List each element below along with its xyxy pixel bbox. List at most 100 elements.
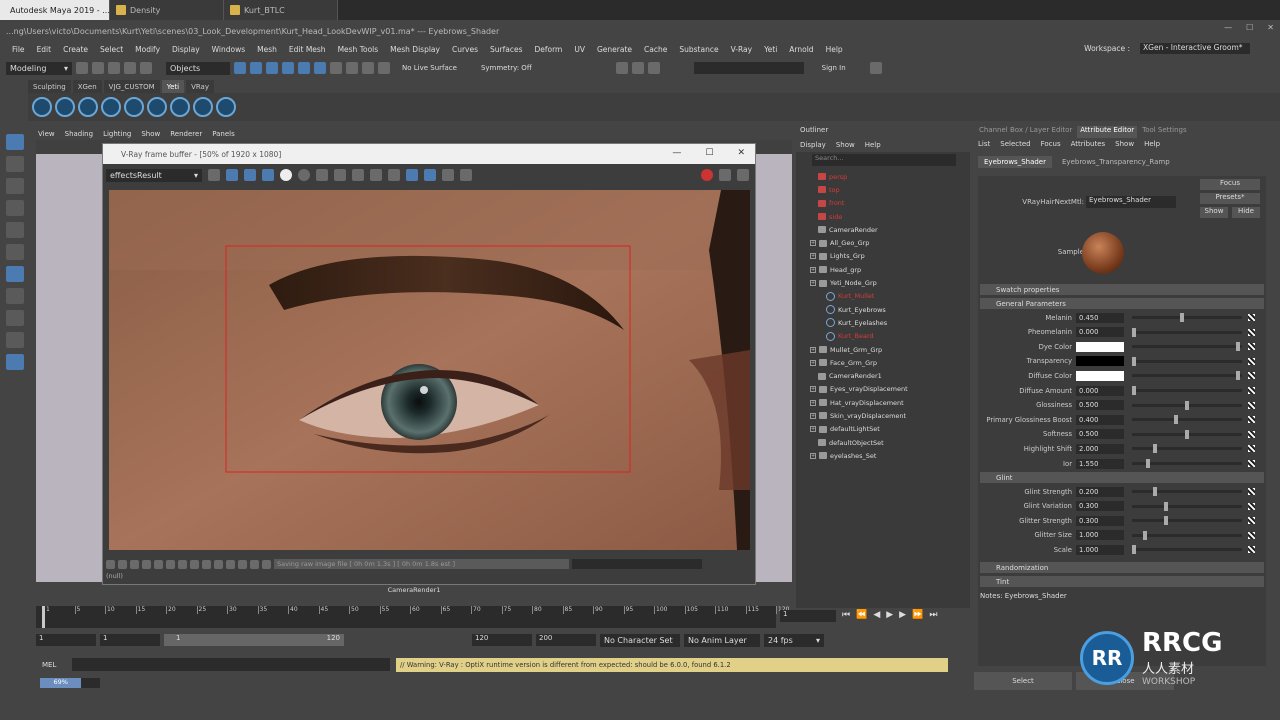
- map-button-icon[interactable]: [1248, 372, 1255, 380]
- menu-cache[interactable]: Cache: [638, 45, 673, 54]
- outliner-item[interactable]: + eyelashes_Set: [796, 449, 970, 462]
- outliner-item[interactable]: Kurt_Eyelashes: [796, 316, 970, 329]
- outliner-item[interactable]: Kurt_Mullet: [796, 290, 970, 303]
- vfb-history-icon[interactable]: [106, 559, 115, 569]
- mono-icon[interactable]: [298, 169, 310, 181]
- rotate-tool-icon[interactable]: [6, 222, 24, 238]
- menu-mesh[interactable]: Mesh: [251, 45, 283, 54]
- menu-deform[interactable]: Deform: [528, 45, 568, 54]
- slider-knob[interactable]: [1153, 487, 1158, 496]
- ipr-teapot-icon[interactable]: [737, 169, 749, 181]
- slider-knob[interactable]: [1235, 342, 1240, 352]
- outliner-item[interactable]: Kurt_Beard: [796, 330, 970, 343]
- compare-icon[interactable]: [424, 169, 436, 181]
- vfb-stamp-icon[interactable]: [214, 559, 223, 569]
- red-channel-icon[interactable]: [226, 169, 238, 181]
- attr-value-field[interactable]: 1.000: [1076, 544, 1124, 555]
- alpha-icon[interactable]: [280, 169, 292, 181]
- green-channel-icon[interactable]: [244, 169, 256, 181]
- outliner-item[interactable]: + Yeti_Node_Grp: [796, 276, 970, 289]
- yeti-cache-icon[interactable]: [101, 97, 121, 117]
- yeti-cut-icon[interactable]: [216, 97, 236, 117]
- menu-substance[interactable]: Substance: [673, 45, 724, 54]
- browser-tab[interactable]: Kurt_BTLC: [224, 0, 338, 20]
- slider-knob[interactable]: [1132, 386, 1136, 395]
- slider-knob[interactable]: [1153, 444, 1158, 454]
- outliner-item[interactable]: + Skin_vrayDisplacement: [796, 409, 970, 422]
- fps-dropdown[interactable]: 24 fps ▾: [764, 633, 824, 647]
- ae-menu-focus[interactable]: Focus: [1041, 140, 1061, 148]
- expand-icon[interactable]: +: [810, 346, 816, 353]
- glint-section[interactable]: Glint: [980, 472, 1264, 483]
- shelf-tab-vjg_custom[interactable]: VJG_CUSTOM: [103, 80, 160, 93]
- outliner-menu-show[interactable]: Show: [836, 141, 855, 149]
- ae-tab[interactable]: Channel Box / Layer Editor: [976, 126, 1075, 138]
- track-mouse-icon[interactable]: [388, 169, 400, 181]
- viewport-menu-show[interactable]: Show: [141, 130, 160, 138]
- color-correct-icon[interactable]: [460, 169, 472, 181]
- attr-slider[interactable]: [1132, 429, 1242, 439]
- attr-value-field[interactable]: 2.000: [1076, 443, 1124, 454]
- step-back-icon[interactable]: ◀: [873, 610, 880, 620]
- render-settings-icon[interactable]: [631, 62, 644, 74]
- outliner-search[interactable]: Search...: [812, 154, 956, 166]
- attr-value-field[interactable]: 1.000: [1076, 530, 1124, 541]
- layout-outliner-icon[interactable]: [6, 354, 24, 370]
- map-button-icon[interactable]: [1248, 314, 1255, 321]
- go-start-icon[interactable]: ⏮: [842, 610, 850, 620]
- ae-tab[interactable]: Attribute Editor: [1077, 126, 1138, 138]
- step-back-key-icon[interactable]: ⏪: [856, 610, 867, 620]
- shelf-tab-vray[interactable]: VRay: [186, 80, 214, 93]
- select-hierarchy-icon[interactable]: [234, 62, 246, 74]
- select-component-icon[interactable]: [266, 62, 278, 74]
- expand-icon[interactable]: +: [810, 386, 816, 393]
- attr-slider[interactable]: [1132, 501, 1242, 511]
- outliner-item[interactable]: + Head_grp: [796, 263, 970, 276]
- map-button-icon[interactable]: [1248, 416, 1255, 424]
- outliner-item[interactable]: CameraRender1: [796, 369, 970, 382]
- vfb-minimize-icon[interactable]: —: [672, 148, 681, 158]
- menu-create[interactable]: Create: [57, 45, 94, 54]
- blue-channel-icon[interactable]: [262, 169, 274, 181]
- ae-menu-list[interactable]: List: [978, 140, 990, 148]
- map-button-icon[interactable]: [1248, 401, 1255, 409]
- vfb-curves-icon[interactable]: [130, 559, 139, 569]
- outliner-menu-help[interactable]: Help: [865, 141, 881, 149]
- slider-knob[interactable]: [1132, 545, 1136, 555]
- load-image-icon[interactable]: [334, 169, 346, 181]
- menu-modify[interactable]: Modify: [129, 45, 166, 54]
- attr-value-field[interactable]: 0.000: [1076, 385, 1124, 396]
- attr-slider[interactable]: [1132, 459, 1242, 468]
- move-tool-icon[interactable]: [6, 200, 24, 216]
- current-frame-field[interactable]: 1: [780, 610, 836, 622]
- new-scene-icon[interactable]: [76, 62, 88, 74]
- vfb-close-icon[interactable]: ✕: [737, 148, 745, 158]
- attr-value-field[interactable]: 0.400: [1076, 414, 1124, 425]
- attr-slider[interactable]: [1132, 356, 1242, 366]
- save-image-icon[interactable]: [316, 169, 328, 181]
- outliner-item[interactable]: defaultObjectSet: [796, 436, 970, 449]
- render-teapot-icon[interactable]: [719, 169, 731, 181]
- attr-color-swatch[interactable]: [1076, 370, 1124, 381]
- live-surface-label[interactable]: No Live Surface: [402, 64, 457, 72]
- start-frame-field[interactable]: 1: [36, 634, 96, 646]
- sign-in-button[interactable]: Sign In: [822, 64, 846, 72]
- menu-surfaces[interactable]: Surfaces: [484, 45, 528, 54]
- slider-knob[interactable]: [1235, 371, 1240, 381]
- undo-icon[interactable]: [124, 62, 136, 74]
- ae-menu-help[interactable]: Help: [1144, 140, 1160, 148]
- menu-yeti[interactable]: Yeti: [758, 45, 783, 54]
- yeti-node-icon[interactable]: [32, 97, 52, 117]
- select-object-icon[interactable]: [250, 62, 262, 74]
- ae-menu-attributes[interactable]: Attributes: [1071, 140, 1106, 148]
- selection-mode-dropdown[interactable]: Objects: [166, 61, 230, 75]
- yeti-scale-icon[interactable]: [193, 97, 213, 117]
- slider-knob[interactable]: [1145, 459, 1150, 468]
- expand-icon[interactable]: +: [810, 240, 816, 247]
- attr-value-field[interactable]: 1.550: [1076, 458, 1124, 469]
- render-view-icon[interactable]: [615, 62, 628, 74]
- attr-slider[interactable]: [1132, 415, 1242, 425]
- scale-tool-icon[interactable]: [6, 244, 24, 260]
- yeti-brush-icon[interactable]: [147, 97, 167, 117]
- map-button-icon[interactable]: [1248, 531, 1255, 539]
